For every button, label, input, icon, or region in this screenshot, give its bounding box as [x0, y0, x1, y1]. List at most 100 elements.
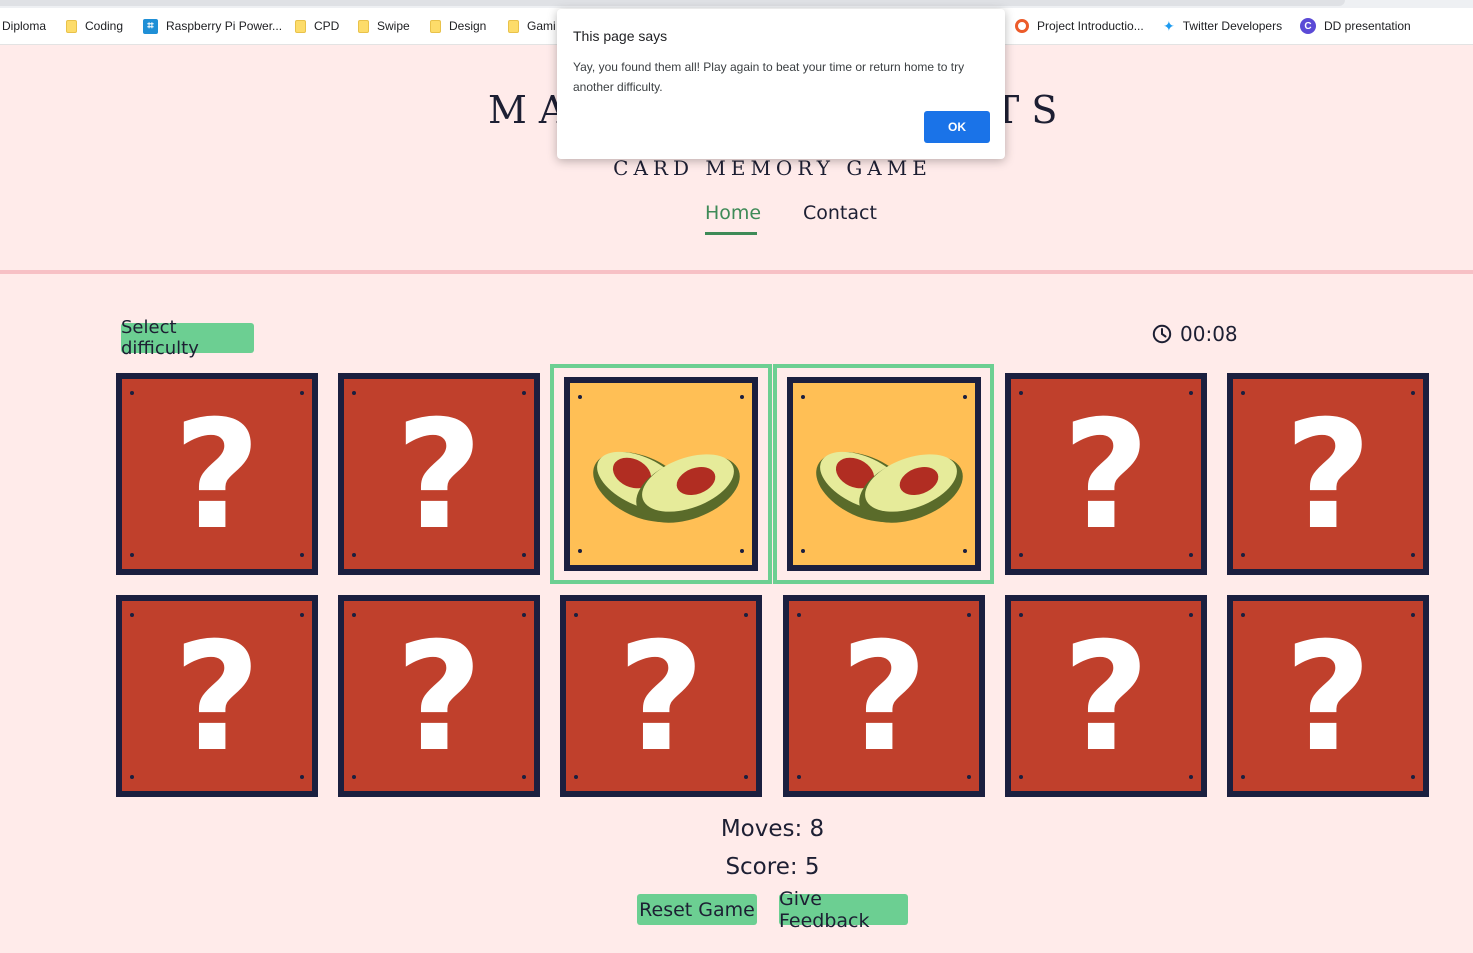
question-mark-icon: ? — [1284, 611, 1372, 785]
card-corner-rivet — [740, 549, 744, 553]
card-corner-rivet — [1019, 613, 1023, 617]
dialog-ok-button[interactable]: OK — [924, 111, 990, 143]
card-corner-rivet — [967, 613, 971, 617]
card-corner-rivet — [574, 613, 578, 617]
card-corner-rivet — [740, 395, 744, 399]
bookmark-raspberry-pi[interactable]: ⌗ Raspberry Pi Power... — [143, 8, 282, 44]
card-corner-rivet — [1241, 613, 1245, 617]
card-corner-rivet — [352, 391, 356, 395]
dialog-message: Yay, you found them all! Play again to b… — [573, 60, 965, 94]
dialog-title: This page says — [573, 28, 668, 44]
nav-contact-link[interactable]: Contact — [803, 202, 877, 224]
bookmark-label: CPD — [314, 19, 340, 33]
card-corner-rivet — [1411, 391, 1415, 395]
memory-card[interactable]: ? — [116, 595, 318, 797]
nav-home-link[interactable]: Home — [705, 202, 761, 224]
card-corner-rivet — [744, 613, 748, 617]
card-corner-rivet — [130, 391, 134, 395]
give-feedback-button[interactable]: Give Feedback — [779, 888, 908, 932]
bookmark-gaming[interactable]: Gami — [508, 8, 556, 44]
card-corner-rivet — [1189, 613, 1193, 617]
card-corner-rivet — [130, 775, 134, 779]
bookmark-label: DD presentation — [1324, 19, 1411, 33]
header-divider — [0, 270, 1473, 274]
address-bar[interactable] — [0, 0, 1345, 6]
card-face: ? — [1011, 379, 1201, 569]
card-corner-rivet — [522, 553, 526, 557]
card-face: ? — [344, 601, 534, 791]
bookmark-diploma[interactable]: Diploma — [2, 8, 46, 44]
bookmark-label: Twitter Developers — [1182, 19, 1283, 33]
card-corner-rivet — [130, 553, 134, 557]
memory-card-matched[interactable] — [787, 377, 981, 571]
card-corner-rivet — [797, 775, 801, 779]
card-corner-rivet — [300, 775, 304, 779]
bookmark-twitter-developers[interactable]: ✦ Twitter Developers — [1163, 8, 1282, 44]
score-counter: Score: 5 — [725, 854, 820, 880]
card-corner-rivet — [522, 391, 526, 395]
card-corner-rivet — [1411, 613, 1415, 617]
folder-icon — [358, 19, 369, 33]
c-badge-icon: C — [1300, 18, 1316, 34]
memory-card[interactable]: ? — [116, 373, 318, 575]
card-corner-rivet — [352, 613, 356, 617]
bookmark-cpd[interactable]: CPD — [295, 8, 339, 44]
bookmark-coding[interactable]: Coding — [66, 8, 123, 44]
card-corner-rivet — [130, 613, 134, 617]
card-corner-rivet — [1019, 553, 1023, 557]
select-difficulty-button[interactable]: Select difficulty — [121, 317, 254, 359]
card-corner-rivet — [352, 553, 356, 557]
memory-card[interactable]: ? — [1005, 373, 1207, 575]
card-face — [793, 383, 975, 565]
bookmark-design[interactable]: Design — [430, 8, 486, 44]
memory-card[interactable]: ? — [1227, 373, 1429, 575]
card-corner-rivet — [963, 549, 967, 553]
card-corner-rivet — [797, 613, 801, 617]
memory-card[interactable]: ? — [338, 373, 540, 575]
card-corner-rivet — [1241, 553, 1245, 557]
bookmark-label: Diploma — [2, 19, 47, 33]
card-corner-rivet — [1241, 775, 1245, 779]
card-corner-rivet — [352, 775, 356, 779]
card-face: ? — [122, 601, 312, 791]
card-face: ? — [1011, 601, 1201, 791]
question-mark-icon: ? — [395, 611, 483, 785]
card-corner-rivet — [578, 395, 582, 399]
twitter-icon: ✦ — [1163, 17, 1175, 34]
card-corner-rivet — [1411, 775, 1415, 779]
memory-card[interactable]: ? — [338, 595, 540, 797]
moves-counter: Moves: 8 — [720, 816, 825, 842]
card-corner-rivet — [1189, 391, 1193, 395]
card-corner-rivet — [578, 549, 582, 553]
card-corner-rivet — [801, 395, 805, 399]
memory-card[interactable]: ? — [1227, 595, 1429, 797]
card-corner-rivet — [1241, 391, 1245, 395]
card-corner-rivet — [801, 549, 805, 553]
card-face: ? — [122, 379, 312, 569]
card-corner-rivet — [574, 775, 578, 779]
folder-icon — [66, 19, 77, 33]
question-mark-icon: ? — [840, 611, 928, 785]
ring-icon — [1015, 19, 1029, 33]
browser-tab-strip — [0, 0, 1473, 8]
card-corner-rivet — [522, 775, 526, 779]
memory-card[interactable]: ? — [783, 595, 985, 797]
question-mark-icon: ? — [1062, 611, 1150, 785]
folder-icon — [430, 19, 441, 33]
bookmark-dd-presentation[interactable]: C DD presentation — [1300, 8, 1411, 44]
question-mark-icon: ? — [1062, 389, 1150, 563]
memory-card[interactable]: ? — [560, 595, 762, 797]
card-corner-rivet — [522, 613, 526, 617]
card-corner-rivet — [1189, 775, 1193, 779]
memory-card[interactable]: ? — [1005, 595, 1207, 797]
card-corner-rivet — [1019, 391, 1023, 395]
reset-game-button[interactable]: Reset Game — [637, 894, 757, 925]
card-corner-rivet — [1411, 553, 1415, 557]
bookmark-swipe[interactable]: Swipe — [358, 8, 410, 44]
memory-card-matched[interactable] — [564, 377, 758, 571]
avocado-icon — [593, 451, 740, 523]
card-face: ? — [789, 601, 979, 791]
bookmark-project-introduction[interactable]: Project Introductio... — [1015, 8, 1144, 44]
card-face: ? — [1233, 601, 1423, 791]
card-corner-rivet — [963, 395, 967, 399]
